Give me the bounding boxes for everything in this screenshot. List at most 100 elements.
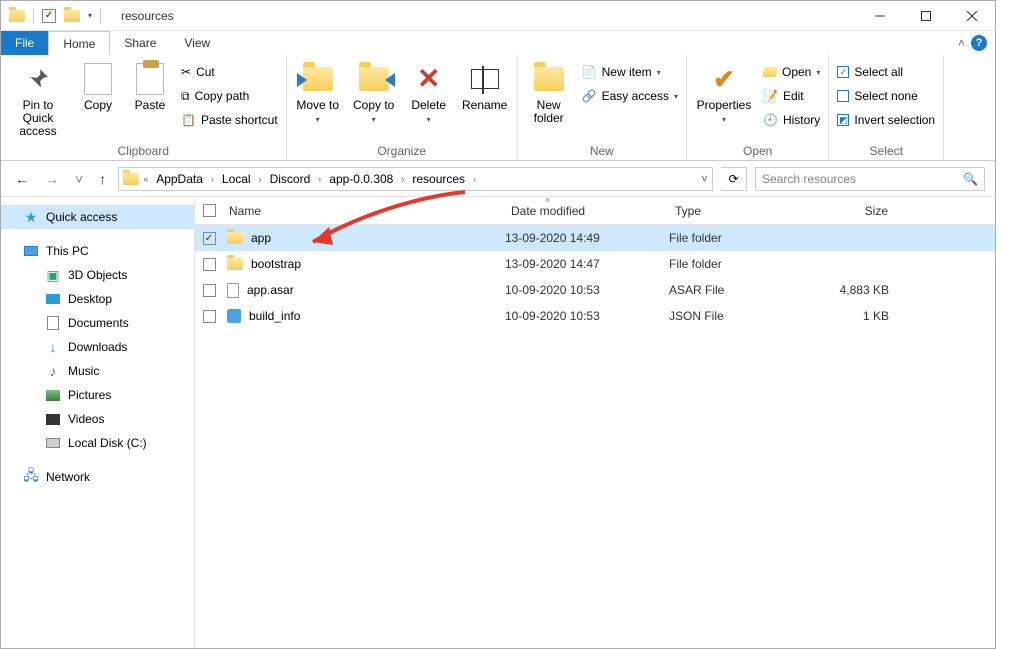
chevron-right-icon[interactable]: › (209, 174, 216, 184)
sidebar-item-pictures[interactable]: Pictures (1, 383, 194, 407)
file-name: app (251, 231, 271, 245)
rename-button[interactable]: Rename (459, 59, 511, 112)
minimize-icon (875, 11, 885, 21)
history-button[interactable]: 🕘History (761, 109, 822, 131)
open-group-label: Open (693, 142, 822, 158)
row-checkbox[interactable]: ✓ (195, 232, 223, 245)
column-label: Size (865, 204, 888, 218)
column-header-type[interactable]: Type (669, 204, 809, 218)
copy-button[interactable]: Copy (75, 59, 121, 112)
sidebar-item-quick-access[interactable]: ★ Quick access (1, 205, 194, 229)
sidebar-item-music[interactable]: ♪Music (1, 359, 194, 383)
close-button[interactable] (949, 1, 995, 31)
select-none-icon (837, 90, 849, 102)
file-row[interactable]: app.asar10-09-2020 10:53ASAR File4,883 K… (195, 277, 995, 303)
copy-path-button[interactable]: ⧉Copy path (179, 85, 280, 107)
breadcrumb-local[interactable]: Local (218, 172, 255, 186)
move-to-button[interactable]: Move to▾ (293, 59, 343, 125)
select-none-button[interactable]: Select none (835, 85, 937, 107)
column-header-name[interactable]: Name (223, 204, 505, 218)
chevron-right-icon[interactable]: › (399, 174, 406, 184)
pc-icon (24, 246, 38, 256)
sidebar-item-videos[interactable]: Videos (1, 407, 194, 431)
sidebar-item-3d-objects[interactable]: ▣ 3D Objects (1, 263, 194, 287)
folder-icon (227, 232, 243, 244)
file-row[interactable]: bootstrap13-09-2020 14:47File folder (195, 251, 995, 277)
sidebar-item-downloads[interactable]: ↓Downloads (1, 335, 194, 359)
edit-button[interactable]: 📝Edit (761, 85, 822, 107)
new-item-label: New item (602, 65, 652, 79)
tab-home[interactable]: Home (48, 31, 110, 55)
maximize-button[interactable] (903, 1, 949, 31)
copy-to-button[interactable]: Copy to▾ (349, 59, 399, 125)
maximize-icon (921, 11, 931, 21)
file-row[interactable]: build_info10-09-2020 10:53JSON File1 KB (195, 303, 995, 329)
open-label: Open (782, 65, 811, 79)
easy-access-button[interactable]: 🔗Easy access ▾ (580, 85, 680, 107)
3d-objects-icon: ▣ (45, 267, 61, 283)
sidebar-item-network[interactable]: 🖧Network (1, 465, 194, 489)
sidebar-item-this-pc[interactable]: This PC (1, 239, 194, 263)
sidebar-item-local-disk[interactable]: Local Disk (C:) (1, 431, 194, 455)
chevron-right-icon[interactable]: › (316, 174, 323, 184)
forward-button[interactable]: → (41, 171, 63, 187)
qat-properties-icon[interactable]: ✓ (42, 9, 56, 23)
new-folder-button[interactable]: New folder (524, 59, 574, 125)
cell-type: File folder (669, 231, 809, 245)
row-checkbox[interactable] (195, 310, 223, 323)
chevron-right-icon[interactable]: › (257, 174, 264, 184)
sidebar-item-label: 3D Objects (68, 268, 127, 282)
tab-share[interactable]: Share (110, 31, 170, 55)
pin-to-quick-access-button[interactable]: Pin to Quick access (7, 59, 69, 139)
rename-label: Rename (462, 99, 507, 112)
properties-button[interactable]: ✔ Properties▾ (693, 59, 755, 125)
select-all-button[interactable]: ✓Select all (835, 61, 937, 83)
row-checkbox[interactable] (195, 258, 223, 271)
column-header-size[interactable]: Size (809, 204, 899, 218)
documents-icon (47, 316, 59, 330)
up-button[interactable]: ↑ (95, 171, 110, 187)
file-row[interactable]: ✓app13-09-2020 14:49File folder (195, 225, 995, 251)
navigation-bar: ← → ˅ ↑ « AppData› Local› Discord› app-0… (1, 161, 995, 197)
paste-shortcut-button[interactable]: 📋Paste shortcut (179, 109, 280, 131)
open-button[interactable]: Open ▾ (761, 61, 822, 83)
sidebar-item-documents[interactable]: Documents (1, 311, 194, 335)
chevron-right-icon[interactable]: › (471, 174, 478, 184)
select-all-checkbox[interactable] (195, 204, 223, 217)
qat-customize-icon[interactable]: ▾ (88, 11, 92, 20)
recent-locations-button[interactable]: ˅ (71, 171, 87, 187)
address-dropdown-icon[interactable]: ˅ (701, 172, 708, 186)
column-header-date[interactable]: Date modified (505, 204, 669, 218)
cell-type: File folder (669, 257, 809, 271)
copy-path-icon: ⧉ (181, 89, 190, 104)
invert-selection-button[interactable]: ◩Invert selection (835, 109, 937, 131)
breadcrumb-app-version[interactable]: app-0.0.308 (325, 172, 397, 186)
tab-file[interactable]: File (1, 31, 48, 55)
tab-view[interactable]: View (170, 31, 224, 55)
sidebar-item-label: Desktop (68, 292, 112, 306)
copy-to-icon (359, 67, 389, 91)
breadcrumb-overflow[interactable]: « (141, 174, 150, 184)
breadcrumb-resources[interactable]: resources (408, 172, 469, 186)
address-bar[interactable]: « AppData› Local› Discord› app-0.0.308› … (118, 167, 713, 191)
ribbon-collapse-icon[interactable]: ˄ (958, 36, 965, 50)
paste-button[interactable]: Paste (127, 59, 173, 112)
breadcrumb-discord[interactable]: Discord (266, 172, 315, 186)
new-item-button[interactable]: 📄New item ▾ (580, 61, 680, 83)
refresh-button[interactable]: ⟳ (721, 167, 747, 191)
history-label: History (783, 113, 820, 127)
cut-button[interactable]: ✂Cut (179, 61, 280, 83)
window-title: resources (121, 9, 174, 23)
back-button[interactable]: ← (11, 171, 33, 187)
minimize-button[interactable] (857, 1, 903, 31)
breadcrumb-appdata[interactable]: AppData (152, 172, 207, 186)
select-none-label: Select none (854, 89, 917, 103)
separator (100, 8, 101, 24)
row-checkbox[interactable] (195, 284, 223, 297)
help-icon[interactable]: ? (971, 35, 987, 51)
search-input[interactable]: Search resources 🔍 (755, 167, 985, 191)
qat-folder-icon[interactable] (64, 10, 80, 22)
delete-button[interactable]: ✕ Delete▾ (405, 59, 453, 125)
paste-label: Paste (135, 99, 166, 112)
sidebar-item-desktop[interactable]: Desktop (1, 287, 194, 311)
